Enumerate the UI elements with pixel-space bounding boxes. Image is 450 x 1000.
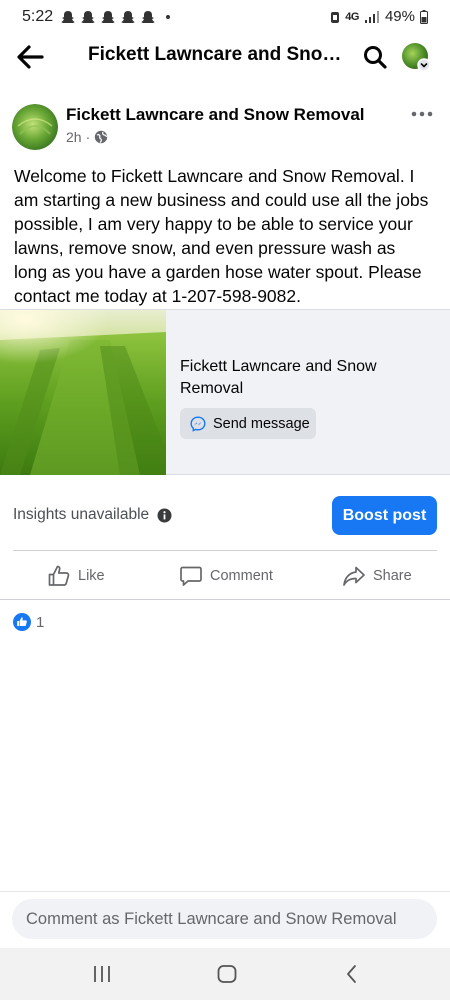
share-label: Share [373, 568, 412, 584]
insights-row: Insights unavailable [13, 506, 172, 524]
status-time: 5:22 [22, 8, 54, 25]
share-icon [343, 566, 365, 586]
more-notifications-dot [166, 15, 170, 19]
comment-label: Comment [210, 568, 273, 584]
reaction-count: 1 [36, 613, 45, 631]
snapchat-icon [101, 11, 115, 23]
post-author[interactable]: Fickett Lawncare and Snow Removal [66, 105, 365, 125]
boost-post-button[interactable]: Boost post [332, 496, 437, 535]
post-meta: 2h · [66, 129, 108, 145]
snapchat-icon [121, 11, 135, 23]
home-icon[interactable] [215, 962, 239, 986]
insights-label: Insights unavailable [13, 506, 150, 523]
post-time[interactable]: 2h [66, 129, 82, 145]
system-back-icon[interactable] [340, 962, 364, 986]
divider [0, 891, 450, 892]
network-type: 4G [345, 10, 359, 23]
system-nav-bar [0, 948, 450, 1000]
messenger-icon [190, 415, 206, 432]
comment-icon [180, 566, 202, 586]
recent-apps-icon[interactable] [90, 962, 114, 986]
status-right: 4G 49% [330, 8, 428, 25]
comment-button[interactable]: Comment [179, 562, 273, 590]
send-message-label: Send message [213, 415, 310, 432]
status-bar: 5:22 4G 49% [0, 0, 450, 34]
battery-icon [420, 9, 428, 24]
notification-icons [60, 10, 170, 24]
top-nav: Fickett Lawncare and Snow R... [0, 34, 450, 80]
comment-input[interactable] [12, 899, 437, 939]
like-reaction-icon [13, 613, 31, 631]
like-button[interactable]: Like [47, 562, 105, 590]
post-text: Welcome to Fickett Lawncare and Snow Rem… [14, 166, 429, 306]
battery-percent: 49% [384, 8, 415, 25]
divider [13, 550, 437, 551]
lawn-image [0, 310, 166, 475]
back-arrow-icon[interactable] [14, 42, 46, 72]
snapchat-icon [141, 11, 155, 23]
page-title: Fickett Lawncare and Snow R... [88, 44, 350, 65]
search-icon[interactable] [362, 44, 388, 70]
page-avatar[interactable] [12, 104, 58, 150]
send-message-button[interactable]: Send message [180, 408, 316, 439]
alarm-icon [331, 11, 340, 23]
meta-separator: · [85, 129, 91, 145]
info-icon[interactable] [157, 508, 172, 523]
like-label: Like [78, 568, 105, 584]
signal-icon [364, 10, 379, 23]
snapchat-icon [81, 11, 95, 23]
divider [0, 599, 450, 600]
link-card[interactable]: Fickett Lawncare and Snow Removal Send m… [0, 309, 450, 475]
more-options-icon[interactable] [408, 104, 436, 124]
snapchat-icon [61, 11, 75, 23]
share-button[interactable]: Share [342, 562, 412, 590]
reactions-summary[interactable]: 1 [13, 613, 44, 631]
profile-avatar[interactable] [401, 42, 431, 72]
link-card-title[interactable]: Fickett Lawncare and Snow Removal [180, 356, 420, 400]
like-icon [48, 565, 70, 586]
globe-icon [95, 130, 108, 144]
